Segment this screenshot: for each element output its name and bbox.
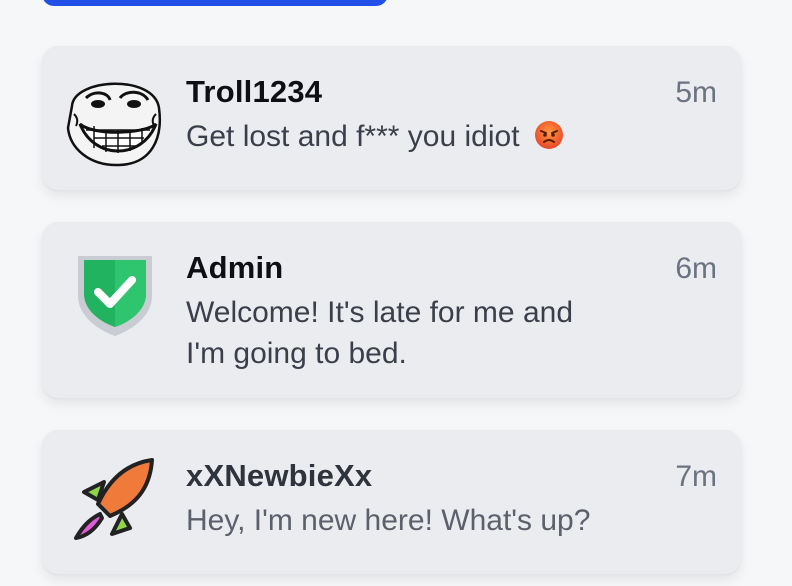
troll-face-icon <box>64 68 164 168</box>
message-text-line: Welcome! It's late for me and <box>186 296 573 329</box>
message-card[interactable]: Admin 6m Welcome! It's late for me and I… <box>42 222 741 398</box>
message-text: Welcome! It's late for me and I'm going … <box>186 292 656 374</box>
message-timestamp: 7m <box>675 460 717 493</box>
message-username: xXNewbieXx <box>186 458 373 493</box>
shield-check-icon <box>70 250 160 340</box>
message-text-body: Get lost and f*** you idiot <box>186 120 520 153</box>
message-username: Troll1234 <box>186 74 323 109</box>
message-text-line: I'm going to bed. <box>186 337 407 370</box>
message-timestamp: 6m <box>675 252 717 285</box>
rocket-icon <box>64 452 164 552</box>
message-username: Admin <box>186 250 284 285</box>
message-text: Get lost and f*** you idiot <box>186 116 656 161</box>
message-text: Hey, I'm new here! What's up? <box>186 504 591 537</box>
message-card[interactable]: Troll1234 5m Get lost and f*** you idiot <box>42 46 741 190</box>
primary-action-button[interactable] <box>42 0 388 6</box>
message-card[interactable]: xXNewbieXx 7m Hey, I'm new here! What's … <box>42 430 741 574</box>
message-timestamp: 5m <box>675 76 717 109</box>
angry-face-emoji <box>534 120 564 161</box>
